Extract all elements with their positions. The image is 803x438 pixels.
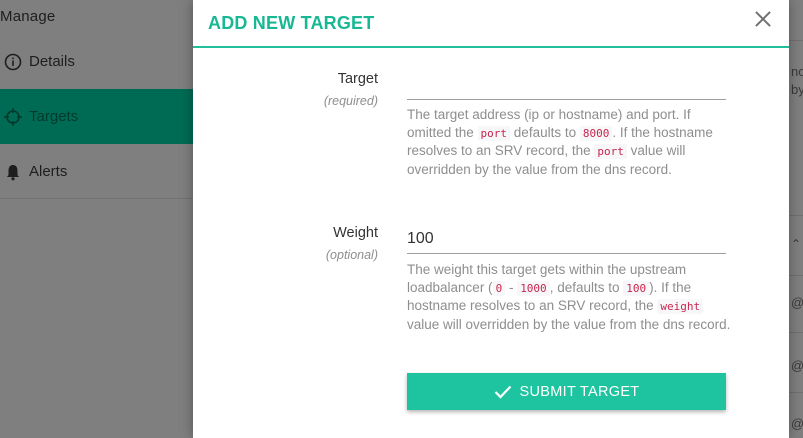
code-snippet: port [594, 144, 627, 159]
background-content: no by ⌃ @ @ @ [789, 0, 803, 438]
sidebar-item-alerts[interactable]: Alerts [0, 144, 193, 199]
help-text: - [505, 279, 518, 295]
sidebar: Manage Details Targets Alerts [0, 0, 193, 438]
close-icon[interactable] [754, 10, 772, 28]
modal-header: ADD NEW TARGET [193, 0, 789, 48]
background-text: no [791, 64, 803, 79]
target-required-hint: (required) [323, 94, 378, 108]
divider [789, 392, 803, 393]
sidebar-item-label: Alerts [29, 163, 68, 180]
target-input[interactable] [407, 70, 726, 100]
divider [789, 275, 803, 276]
divider [789, 40, 803, 41]
background-text: by [791, 82, 803, 97]
info-icon [4, 53, 22, 71]
sidebar-item-targets[interactable]: Targets [0, 89, 193, 144]
sidebar-item-label: Targets [29, 108, 79, 125]
crosshair-icon [4, 107, 22, 126]
code-snippet: port [477, 125, 511, 141]
background-text: @ [791, 358, 803, 373]
checkmark-icon [494, 385, 512, 399]
weight-optional-hint: (optional) [325, 248, 378, 262]
bell-icon [4, 163, 22, 181]
add-target-modal: ADD NEW TARGET Target (required) The tar… [193, 0, 789, 438]
weight-help-text: The weight this target gets within the u… [407, 261, 732, 333]
weight-label: Weight [333, 225, 378, 241]
sidebar-title: Manage [0, 0, 193, 34]
submit-target-button[interactable]: SUBMIT TARGET [407, 373, 726, 410]
divider [789, 332, 803, 333]
code-snippet: 0 [492, 280, 506, 296]
chevron-up-icon: ⌃ [791, 237, 802, 251]
background-text: @ [791, 295, 803, 310]
target-help-text: The target address (ip or hostname) and … [407, 106, 732, 178]
code-snippet: 1000 [517, 280, 550, 296]
modal-title: ADD NEW TARGET [208, 13, 375, 33]
sidebar-item-label: Details [29, 53, 75, 70]
background-text: @ [791, 416, 803, 431]
sidebar-item-details[interactable]: Details [0, 34, 193, 89]
code-snippet: weight [657, 299, 704, 314]
divider [0, 198, 193, 199]
help-text: defaults to [510, 124, 580, 140]
help-text: value will overridden by the value from … [407, 316, 731, 332]
divider [789, 215, 803, 216]
weight-input[interactable] [407, 224, 726, 254]
help-text: , defaults to [549, 279, 624, 295]
submit-label: SUBMIT TARGET [519, 383, 640, 400]
target-label: Target [337, 71, 378, 87]
code-snippet: 8000 [579, 125, 613, 141]
code-snippet: 100 [623, 280, 650, 296]
